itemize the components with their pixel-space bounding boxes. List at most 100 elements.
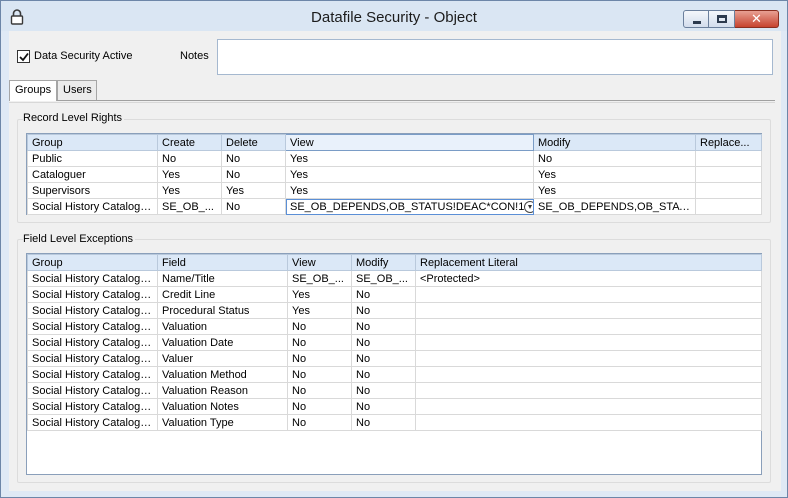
cell-replacement-literal[interactable] <box>415 318 762 335</box>
cell-group[interactable]: Social History Cataloguer <box>27 398 158 415</box>
column-header-view[interactable]: View <box>285 134 534 151</box>
cell-modify[interactable]: No <box>351 366 416 383</box>
cell-view[interactable]: Yes <box>285 150 534 167</box>
cell-view[interactable]: No <box>287 366 352 383</box>
table-row[interactable]: Social History Cataloguer Valuation Date N… <box>27 334 762 351</box>
cell-modify[interactable]: SE_OB_... <box>351 270 416 287</box>
column-header-delete[interactable]: Delete <box>221 134 286 151</box>
column-header-modify[interactable]: Modify <box>351 254 416 271</box>
column-header-group[interactable]: Group <box>27 254 158 271</box>
table-row[interactable]: Social History Cataloguer Valuation No No <box>27 318 762 335</box>
cell-group[interactable]: Social History Cataloguer <box>27 414 158 431</box>
cell-modify[interactable]: Yes <box>533 182 696 199</box>
cell-modify[interactable]: SE_OB_DEPENDS,OB_STATU... <box>533 198 696 215</box>
table-row[interactable]: Social History Cataloguer Valuer No No <box>27 350 762 367</box>
cell-view[interactable]: No <box>287 398 352 415</box>
cell-group[interactable]: Social History Cataloguer <box>27 270 158 287</box>
cell-group[interactable]: Social History Cataloguer <box>27 382 158 399</box>
cell-group[interactable]: Public <box>27 150 158 167</box>
cell-field[interactable]: Valuation Reason <box>157 382 288 399</box>
cell-replacement-literal[interactable] <box>415 398 762 415</box>
column-header-create[interactable]: Create <box>157 134 222 151</box>
cell-modify[interactable]: No <box>351 350 416 367</box>
cell-group[interactable]: Social History Cataloguer <box>27 350 158 367</box>
cell-field[interactable]: Valuation Type <box>157 414 288 431</box>
cell-create[interactable]: No <box>157 150 222 167</box>
table-row[interactable]: Social History Cataloguer Valuation Type N… <box>27 414 762 431</box>
cell-delete[interactable]: No <box>221 166 286 183</box>
cell-modify[interactable]: Yes <box>533 166 696 183</box>
cell-field[interactable]: Valuation <box>157 318 288 335</box>
cell-group[interactable]: Social History Cataloguer <box>27 286 158 303</box>
cell-group[interactable]: Cataloguer <box>27 166 158 183</box>
tab-users[interactable]: Users <box>57 80 97 100</box>
cell-field[interactable]: Name/Title <box>157 270 288 287</box>
cell-replacement-literal[interactable] <box>415 382 762 399</box>
cell-replacement-literal[interactable] <box>415 286 762 303</box>
maximize-button[interactable] <box>709 10 735 28</box>
column-header-group[interactable]: Group <box>27 134 158 151</box>
cell-view[interactable]: Yes <box>287 302 352 319</box>
cell-view-editor[interactable]: SE_OB_DEPENDS,OB_STATUS!DEAC*CON!1 <box>285 198 534 215</box>
cell-create[interactable]: SE_OB_... <box>157 198 222 215</box>
cell-modify[interactable]: No <box>351 334 416 351</box>
cell-create[interactable]: Yes <box>157 166 222 183</box>
cell-view[interactable]: Yes <box>285 166 534 183</box>
minimize-button[interactable] <box>683 10 709 28</box>
column-header-field[interactable]: Field <box>157 254 288 271</box>
cell-replacement[interactable] <box>695 150 762 167</box>
cell-group[interactable]: Social History Cataloguer <box>27 318 158 335</box>
cell-group[interactable]: Social History Cataloguer <box>27 334 158 351</box>
dropdown-arrow-icon[interactable] <box>524 200 533 213</box>
cell-field[interactable]: Valuer <box>157 350 288 367</box>
cell-modify[interactable]: No <box>351 286 416 303</box>
data-security-active-row[interactable]: Data Security Active <box>17 49 132 63</box>
data-security-checkbox[interactable] <box>17 49 30 63</box>
cell-delete[interactable]: No <box>221 150 286 167</box>
cell-view[interactable]: No <box>287 318 352 335</box>
cell-delete[interactable]: No <box>221 198 286 215</box>
cell-replacement[interactable] <box>695 198 762 215</box>
table-row[interactable]: Social History Cataloguer Name/Title SE_OB… <box>27 270 762 287</box>
cell-modify[interactable]: No <box>351 382 416 399</box>
cell-replacement-literal[interactable] <box>415 414 762 431</box>
cell-field[interactable]: Procedural Status <box>157 302 288 319</box>
cell-group[interactable]: Supervisors <box>27 182 158 199</box>
cell-replacement[interactable] <box>695 182 762 199</box>
cell-group[interactable]: Social History Cataloguer <box>27 198 158 215</box>
cell-replacement-literal[interactable] <box>415 302 762 319</box>
cell-replacement-literal[interactable] <box>415 350 762 367</box>
cell-field[interactable]: Valuation Date <box>157 334 288 351</box>
table-row[interactable]: Cataloguer Yes No Yes Yes <box>27 166 762 183</box>
cell-field[interactable]: Valuation Notes <box>157 398 288 415</box>
cell-view[interactable]: No <box>287 350 352 367</box>
cell-field[interactable]: Valuation Method <box>157 366 288 383</box>
table-row[interactable]: Social History Cataloguer Valuation Notes… <box>27 398 762 415</box>
cell-field[interactable]: Credit Line <box>157 286 288 303</box>
cell-modify[interactable]: No <box>351 398 416 415</box>
table-row[interactable]: Social History Cataloguer Credit Line Yes N… <box>27 286 762 303</box>
cell-create[interactable]: Yes <box>157 182 222 199</box>
table-row[interactable]: Social History Cataloguer Valuation Reaso… <box>27 382 762 399</box>
close-button[interactable]: ✕ <box>735 10 779 28</box>
cell-delete[interactable]: Yes <box>221 182 286 199</box>
cell-replacement-literal[interactable] <box>415 366 762 383</box>
cell-replacement-literal[interactable] <box>415 334 762 351</box>
table-row[interactable]: Social History Cataloguer Valuation Metho… <box>27 366 762 383</box>
cell-view[interactable]: No <box>287 334 352 351</box>
table-row[interactable]: Social History Cataloguer SE_OB_... No S… <box>27 198 762 215</box>
cell-view[interactable]: Yes <box>287 286 352 303</box>
table-row[interactable]: Public No No Yes No <box>27 150 762 167</box>
column-header-modify[interactable]: Modify <box>533 134 696 151</box>
cell-view[interactable]: No <box>287 382 352 399</box>
cell-group[interactable]: Social History Cataloguer <box>27 302 158 319</box>
cell-modify[interactable]: No <box>533 150 696 167</box>
cell-replacement-literal[interactable]: <Protected> <box>415 270 762 287</box>
tab-groups[interactable]: Groups <box>9 80 57 101</box>
column-header-replacement-literal[interactable]: Replacement Literal <box>415 254 762 271</box>
table-row[interactable]: Social History Cataloguer Procedural Stat… <box>27 302 762 319</box>
cell-modify[interactable]: No <box>351 318 416 335</box>
cell-modify[interactable]: No <box>351 302 416 319</box>
cell-view[interactable]: Yes <box>285 182 534 199</box>
column-header-view[interactable]: View <box>287 254 352 271</box>
